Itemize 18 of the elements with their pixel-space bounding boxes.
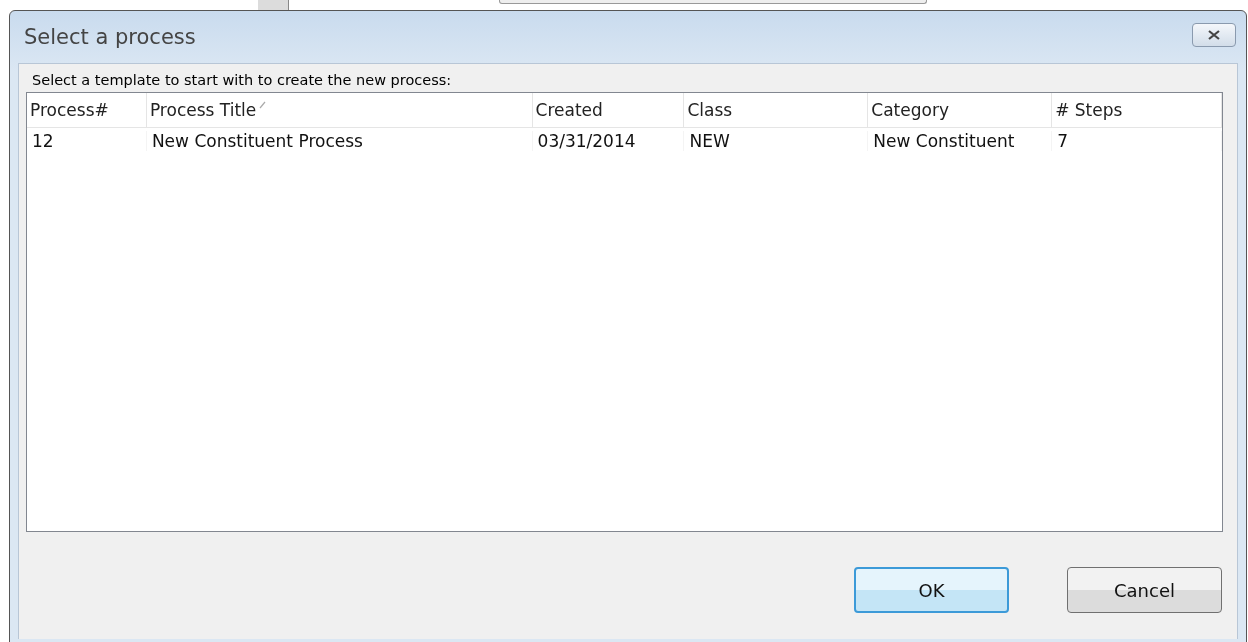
- close-icon: [1208, 30, 1220, 40]
- table-cell: 7: [1052, 131, 1222, 151]
- column-header[interactable]: # Steps: [1055, 100, 1123, 120]
- table-cell: 03/31/2014: [532, 131, 685, 151]
- column-header[interactable]: Category: [871, 100, 949, 120]
- table-cell: 12: [27, 131, 147, 151]
- close-button[interactable]: [1192, 23, 1236, 47]
- table-cell: NEW: [684, 131, 869, 151]
- ok-button[interactable]: OK: [854, 567, 1009, 613]
- window-title: Select a process: [24, 25, 196, 49]
- column-header[interactable]: Process#: [30, 100, 109, 120]
- cancel-button[interactable]: Cancel: [1067, 567, 1222, 613]
- column-header[interactable]: Class: [687, 100, 733, 120]
- table-cell: New Constituent: [868, 131, 1053, 151]
- column-header[interactable]: Created: [535, 100, 603, 120]
- instruction-text: Select a template to start with to create the new process:: [32, 72, 453, 90]
- table-cell: New Constituent Process: [146, 131, 533, 151]
- column-header[interactable]: Process Title: [149, 100, 257, 120]
